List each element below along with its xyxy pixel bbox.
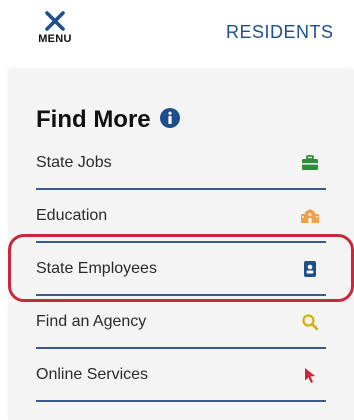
top-bar: MENU RESIDENTS [0,0,354,70]
id-badge-icon [300,259,320,279]
list-item-label: State Jobs [36,153,112,171]
list-item-label: Education [36,206,108,224]
list-item-label: Online Services [36,365,149,383]
list-item-state-employees[interactable]: State Employees [36,243,326,296]
find-more-heading: Find More [36,106,181,134]
info-icon[interactable] [159,107,181,134]
list-item-online-services[interactable]: Online Services [36,349,326,402]
search-icon [300,312,320,332]
list-item-label: State Employees [36,259,157,277]
find-more-title: Find More [36,106,151,133]
briefcase-icon [300,153,320,173]
list-item-find-agency[interactable]: Find an Agency [36,296,326,349]
residents-link[interactable]: RESIDENTS [226,22,334,43]
list-item-label: Find an Agency [36,312,147,330]
list-item-education[interactable]: Education [36,190,326,243]
school-icon [300,206,320,226]
cursor-icon [300,365,320,385]
menu-button[interactable]: MENU [34,10,76,56]
menu-label: MENU [38,33,72,45]
list-item-state-jobs[interactable]: State Jobs [36,137,326,190]
close-icon [45,11,65,31]
find-more-panel: Find More State Jobs Education State Emp… [8,70,354,420]
